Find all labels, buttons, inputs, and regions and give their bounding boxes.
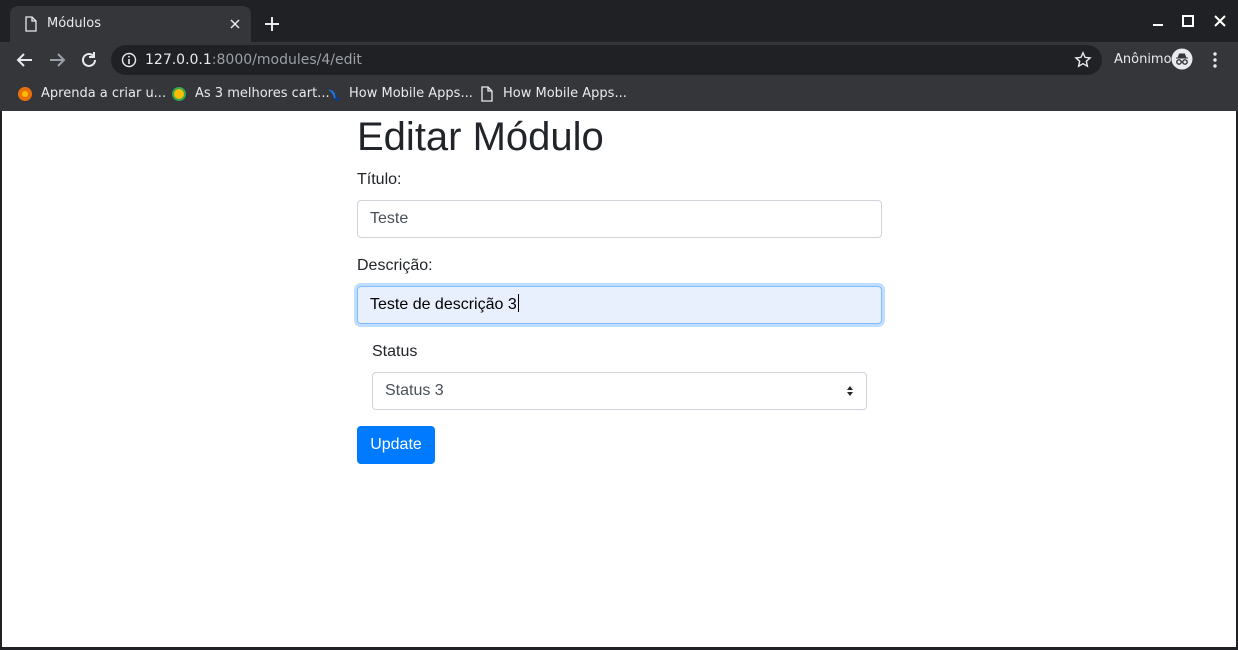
bookmark-label: How Mobile Apps...: [503, 86, 627, 101]
bookmark-label: Aprenda a criar u...: [41, 86, 167, 101]
favicon-orange-icon: [18, 87, 32, 101]
toolbar: 127.0.0.1:8000/modules/4/edit Anônimo: [0, 42, 1238, 78]
kebab-menu-icon[interactable]: [1206, 50, 1224, 70]
descricao-input[interactable]: Teste de descrição 3: [357, 286, 882, 324]
bookmark-item[interactable]: How Mobile Apps...: [325, 84, 473, 104]
status-label: Status: [372, 343, 418, 360]
status-select[interactable]: Status 3: [372, 372, 867, 410]
reload-icon[interactable]: [79, 50, 99, 70]
page-icon: [25, 16, 37, 32]
close-icon[interactable]: [226, 15, 244, 33]
update-button[interactable]: Update: [357, 426, 435, 464]
window-border-left: [0, 111, 2, 650]
bookmark-star-icon[interactable]: [1074, 51, 1092, 69]
bookmark-item[interactable]: As 3 melhores cart...: [171, 84, 330, 104]
profile-label[interactable]: Anônimo: [1114, 52, 1172, 67]
bookmark-item[interactable]: How Mobile Apps...: [479, 84, 627, 104]
page-icon: [481, 86, 493, 102]
maximize-icon[interactable]: [1178, 11, 1198, 31]
descricao-label: Descrição:: [357, 257, 433, 274]
minimize-icon[interactable]: [1148, 11, 1168, 31]
titulo-input[interactable]: Teste: [357, 200, 882, 238]
text-caret: [517, 294, 519, 312]
status-selected-value: Status 3: [385, 382, 444, 399]
address-bar[interactable]: 127.0.0.1:8000/modules/4/edit: [111, 45, 1102, 75]
new-tab-icon[interactable]: [262, 14, 282, 34]
tab-strip: Módulos: [0, 0, 1238, 42]
info-icon[interactable]: [121, 52, 137, 68]
page-viewport: Editar Módulo Título: Teste Descrição: T…: [2, 111, 1236, 647]
bookmark-label: How Mobile Apps...: [349, 86, 473, 101]
tab-title: Módulos: [47, 16, 101, 31]
forward-arrow-icon[interactable]: [47, 50, 67, 70]
url-host: 127.0.0.1: [145, 52, 212, 68]
back-arrow-icon[interactable]: [15, 50, 35, 70]
page-title: Editar Módulo: [357, 115, 604, 159]
url-text[interactable]: 127.0.0.1:8000/modules/4/edit: [145, 52, 362, 68]
tab-modulos[interactable]: Módulos: [10, 6, 251, 42]
titulo-label: Título:: [357, 171, 402, 188]
browser-window: Módulos 127.0.0.1:8000/modules/4/edit An…: [0, 0, 1238, 650]
descricao-value: Teste de descrição 3: [370, 296, 517, 313]
bookmarks-bar: Aprenda a criar u... As 3 melhores cart.…: [0, 78, 1238, 111]
incognito-icon[interactable]: [1171, 48, 1193, 70]
favicon-blue-bird-icon: [328, 89, 339, 101]
select-updown-icon: [847, 386, 853, 396]
favicon-yellow-icon: [172, 87, 186, 101]
bookmark-item[interactable]: Aprenda a criar u...: [17, 84, 166, 104]
window-close-icon[interactable]: [1210, 11, 1230, 31]
url-path: :8000/modules/4/edit: [211, 52, 362, 68]
bookmark-label: As 3 melhores cart...: [195, 86, 330, 101]
